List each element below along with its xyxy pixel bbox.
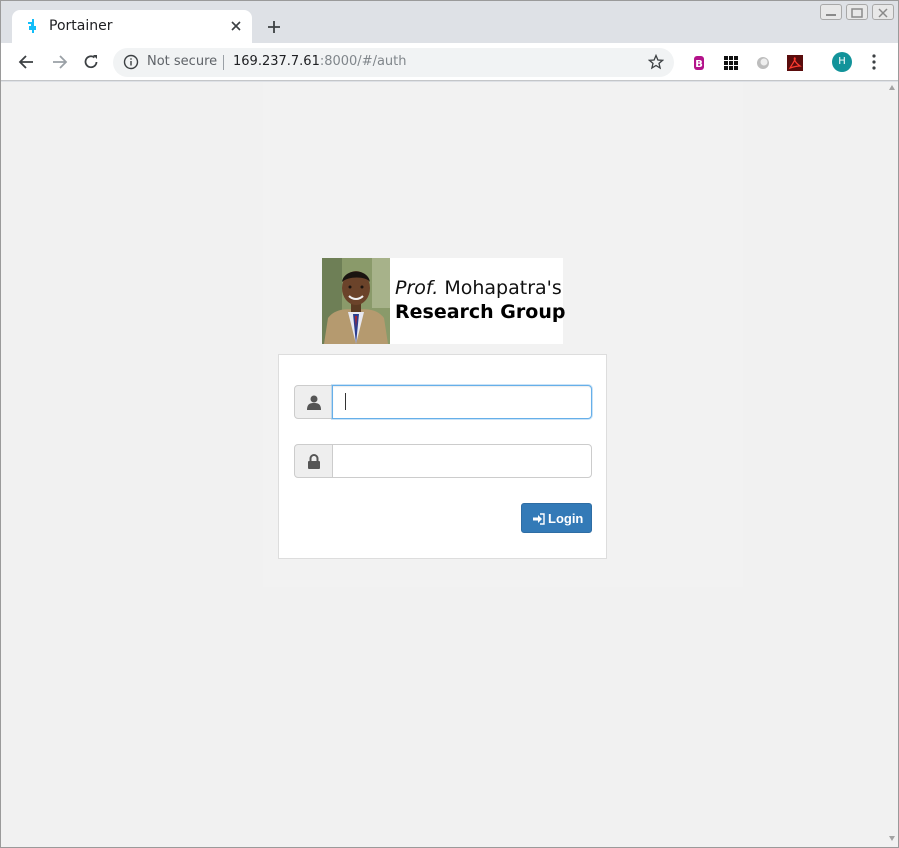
browser-window: Portainer Not secure 169.237.7.61:8000/#… — [0, 0, 899, 848]
site-info-icon[interactable] — [123, 54, 139, 70]
login-button-label: Login — [548, 511, 584, 526]
password-group — [294, 444, 592, 478]
minimize-window-icon[interactable] — [820, 4, 842, 20]
logo-subtitle-line: Research Group — [395, 301, 566, 323]
vertical-scrollbar[interactable] — [884, 82, 898, 847]
more-menu-icon[interactable] — [867, 53, 881, 71]
tab-portainer[interactable]: Portainer — [12, 10, 252, 43]
user-icon — [307, 395, 321, 410]
username-field-wrap — [332, 385, 592, 419]
logo-title-line: Prof. Mohapatra's — [395, 277, 562, 299]
tab-title: Portainer — [49, 18, 113, 34]
scroll-up-arrow-icon[interactable] — [889, 85, 895, 90]
professor-photo — [322, 258, 390, 344]
bookmark-star-icon[interactable] — [647, 53, 665, 70]
back-arrow-icon[interactable] — [17, 52, 37, 72]
login-panel: Login — [278, 354, 607, 559]
password-input[interactable] — [332, 444, 592, 478]
portainer-favicon-icon — [25, 18, 41, 34]
research-group-logo: Prof. Mohapatra's Research Group — [322, 258, 566, 344]
username-addon — [294, 385, 333, 419]
restore-window-icon[interactable] — [846, 4, 868, 20]
sign-in-icon — [533, 513, 545, 525]
extension-grid-icon[interactable] — [723, 55, 739, 71]
extension-pdf-icon[interactable] — [787, 55, 803, 71]
forward-arrow-icon[interactable] — [49, 52, 69, 72]
logo-prefix: Prof. — [395, 277, 439, 299]
login-button[interactable]: Login — [521, 503, 592, 533]
password-addon — [294, 444, 333, 478]
tab-close-icon[interactable] — [228, 18, 244, 34]
url-path: :8000/#/auth — [319, 54, 407, 69]
address-separator — [223, 55, 224, 70]
logo-name: Mohapatra's — [438, 277, 562, 299]
close-window-icon[interactable] — [872, 4, 894, 20]
scroll-down-arrow-icon[interactable] — [889, 836, 895, 841]
extension-circle-icon[interactable] — [755, 55, 771, 71]
page-viewport: Prof. Mohapatra's Research Group Login — [1, 82, 898, 847]
profile-avatar[interactable]: H — [832, 52, 852, 72]
tab-strip: Portainer — [1, 1, 898, 43]
address-bar[interactable]: Not secure 169.237.7.61:8000/#/auth — [113, 48, 674, 77]
username-input[interactable] — [332, 385, 592, 419]
username-group — [294, 385, 592, 419]
url-text: 169.237.7.61:8000/#/auth — [233, 54, 407, 69]
extension-b-icon[interactable]: B — [691, 55, 707, 71]
reload-icon[interactable] — [81, 52, 101, 72]
browser-toolbar: Not secure 169.237.7.61:8000/#/auth B H — [1, 43, 898, 81]
new-tab-plus-icon[interactable] — [264, 17, 284, 37]
text-caret — [345, 393, 346, 410]
url-host: 169.237.7.61 — [233, 54, 320, 69]
svg-text:B: B — [695, 59, 703, 70]
not-secure-label: Not secure — [147, 54, 218, 69]
lock-icon — [308, 454, 320, 469]
